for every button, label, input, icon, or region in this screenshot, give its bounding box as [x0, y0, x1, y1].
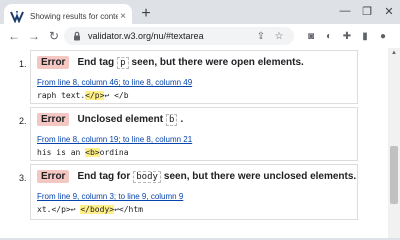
message-text-after: . [180, 114, 184, 125]
error-message: 1. Error End tag p seen, but there were op… [19, 50, 358, 104]
toolbar-icons: ⇪ ☆ ◙ ◐ ✚ ▮ ● ⋮ [252, 28, 400, 44]
tab-close-icon[interactable]: × [120, 11, 126, 22]
scrollbar-thumb[interactable] [390, 146, 398, 204]
extract-after: ordina [99, 148, 129, 157]
profile-icon[interactable]: ● [374, 28, 392, 44]
extensions-icon[interactable]: ✚ [338, 28, 356, 44]
w3c-validator-icon [10, 11, 24, 23]
source-extract: his is an <b>ordina [37, 148, 129, 157]
message-text: End tag p seen, but there were open elemen… [77, 57, 304, 69]
source-extract: xt.</p>↩ </body>↩</htm [37, 205, 143, 214]
extract-before: raph text. [37, 91, 86, 100]
extract-after: ↩</htm [114, 205, 143, 214]
scroll-up-arrow-icon[interactable]: ▲ [391, 50, 397, 56]
lock-icon [74, 31, 80, 41]
camera-icon[interactable]: ◙ [302, 28, 320, 44]
message-code: body [133, 171, 161, 183]
source-extract: raph text.</p>↩ </b [37, 91, 129, 100]
browser-toolbar: ← → ↻ validator.w3.org/nu/#textarea ⇪ ☆ … [0, 24, 400, 48]
error-message: 2. Error Unclosed element b. From line 8,… [19, 107, 358, 161]
error-badge: Error [37, 56, 70, 69]
location-link[interactable]: From line 8, column 46; to line 8, colum… [37, 78, 192, 87]
message-text-before: End tag [77, 57, 115, 68]
message-text-before: End tag for [77, 171, 131, 182]
forward-icon[interactable]: → [24, 26, 44, 46]
message-text-after: seen, but there were unclosed elements. [163, 171, 357, 182]
location-link[interactable]: From line 8, column 19; to line 8, colum… [37, 135, 192, 144]
message-text-after: seen, but there were open elements. [131, 57, 304, 68]
share-icon[interactable]: ⇪ [252, 28, 270, 44]
tab-title: Showing results for contents of te [30, 11, 119, 21]
extract-after: ↩ </b [104, 91, 129, 100]
location-link[interactable]: From line 9, column 3; to line 9, column… [37, 192, 183, 201]
message-heading: Error End tag for body seen, but there wer… [37, 170, 356, 183]
minimize-icon[interactable]: — [334, 0, 356, 22]
message-code: b [166, 114, 178, 126]
page-content: 1. Error End tag p seen, but there were op… [0, 48, 388, 238]
message-heading: Error End tag p seen, but there were open … [37, 56, 304, 69]
back-icon[interactable]: ← [4, 26, 24, 46]
window-controls: — ❐ ✕ [334, 0, 400, 24]
message-number: 3. [19, 173, 27, 183]
reload-icon[interactable]: ↻ [44, 26, 64, 46]
star-icon[interactable]: ☆ [270, 28, 288, 44]
restore-icon[interactable]: ❐ [356, 0, 378, 22]
url-text: validator.w3.org/nu/#textarea [88, 31, 204, 41]
new-tab-button[interactable]: + [138, 6, 154, 22]
extract-highlight: </body> [80, 205, 115, 214]
error-badge: Error [37, 113, 70, 126]
message-text-before: Unclosed element [77, 114, 164, 125]
message-number: 2. [19, 116, 27, 126]
error-message: 3. Error End tag for body seen, but there … [19, 164, 358, 220]
close-window-icon[interactable]: ✕ [378, 0, 400, 22]
side-panel-icon[interactable]: ▮ [356, 28, 374, 44]
message-text: Unclosed element b. [77, 114, 184, 126]
vertical-scrollbar[interactable]: ▲ [388, 48, 400, 238]
dark-mode-icon[interactable]: ◐ [320, 28, 338, 44]
message-text: End tag for body seen, but there were uncl… [77, 171, 357, 183]
message-heading: Error Unclosed element b. [37, 113, 183, 126]
menu-icon[interactable]: ⋮ [392, 28, 400, 44]
error-badge: Error [37, 170, 70, 183]
extract-highlight: <b> [85, 148, 100, 157]
message-number: 1. [19, 59, 27, 69]
extract-highlight: </p> [85, 91, 105, 100]
extract-before: xt.</p>↩ [37, 205, 81, 214]
extract-before: his is an [37, 148, 86, 157]
message-code: p [117, 57, 129, 69]
